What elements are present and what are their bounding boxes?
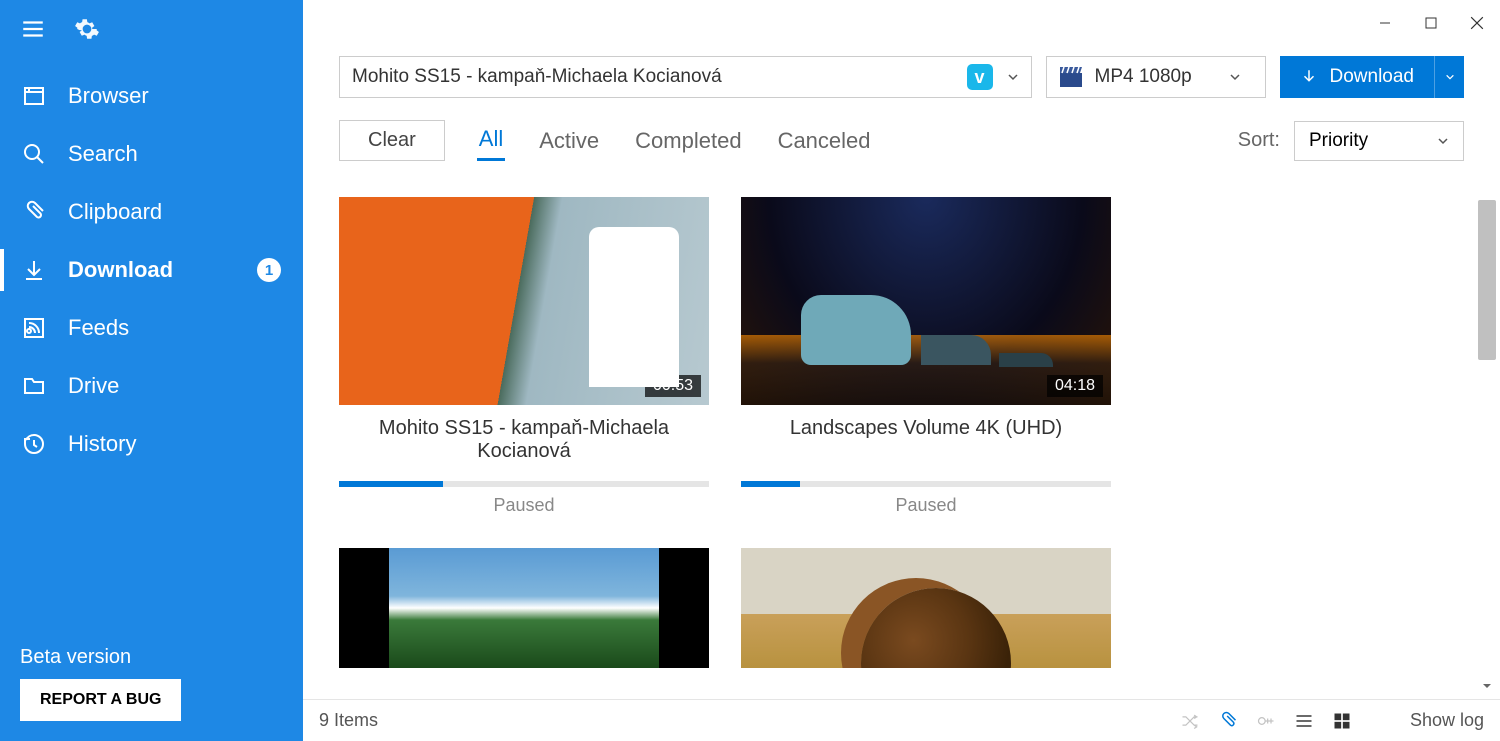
show-log-link[interactable]: Show log: [1410, 710, 1484, 731]
tab-completed[interactable]: Completed: [633, 122, 743, 160]
item-status: Paused: [741, 495, 1111, 516]
close-button[interactable]: [1454, 0, 1500, 46]
sidebar-label: Search: [68, 141, 138, 167]
beta-label: Beta version: [20, 646, 283, 669]
download-label: Download: [1330, 66, 1415, 88]
sidebar-label: Feeds: [68, 315, 129, 341]
scrollbar-thumb[interactable]: [1478, 200, 1496, 360]
download-count-badge: 1: [257, 258, 281, 282]
progress-fill: [339, 481, 443, 487]
chevron-down-icon[interactable]: [1007, 71, 1019, 83]
tab-all[interactable]: All: [477, 120, 505, 161]
gear-icon[interactable]: [74, 16, 100, 47]
sidebar-item-download[interactable]: Download 1: [0, 241, 303, 299]
attachment-icon[interactable]: [1218, 711, 1238, 731]
top-toolbar: Mohito SS15 - kampaň-Michaela Kocianová …: [303, 46, 1500, 112]
vimeo-icon: [967, 64, 993, 90]
item-title: Landscapes Volume 4K (UHD): [741, 417, 1111, 469]
thumbnail: 00:53: [339, 197, 709, 405]
clapperboard-icon: [1059, 66, 1083, 88]
thumbnail: [741, 548, 1111, 668]
sort-value: Priority: [1309, 130, 1368, 152]
sidebar-item-feeds[interactable]: Feeds: [0, 299, 303, 357]
thumbnail: [339, 548, 709, 668]
sidebar-label: Clipboard: [68, 199, 162, 225]
clear-button[interactable]: Clear: [339, 120, 445, 161]
sidebar-label: Drive: [68, 373, 119, 399]
list-view-icon[interactable]: [1294, 711, 1314, 731]
download-card[interactable]: [339, 548, 709, 668]
sort-control: Sort: Priority: [1238, 121, 1464, 161]
item-status: Paused: [339, 495, 709, 516]
download-card[interactable]: 00:53 Mohito SS15 - kampaň-Michaela Koci…: [339, 197, 709, 516]
thumbnail: 04:18: [741, 197, 1111, 405]
chevron-down-icon: [1437, 135, 1449, 147]
status-bar: 9 Items Show log: [303, 699, 1500, 741]
app-root: Browser Search Clipboard Download 1 Feed…: [0, 0, 1500, 741]
download-card[interactable]: [741, 548, 1111, 668]
format-select[interactable]: MP4 1080p: [1046, 56, 1266, 98]
main-panel: Mohito SS15 - kampaň-Michaela Kocianová …: [303, 0, 1500, 741]
sidebar-item-history[interactable]: History: [0, 415, 303, 473]
sidebar-label: Browser: [68, 83, 149, 109]
scroll-down-button[interactable]: [1478, 677, 1496, 695]
duration-badge: 00:53: [645, 375, 701, 397]
url-text: Mohito SS15 - kampaň-Michaela Kocianová: [352, 66, 722, 88]
hamburger-icon[interactable]: [20, 16, 46, 47]
chevron-down-icon: [1229, 71, 1241, 83]
nav-list: Browser Search Clipboard Download 1 Feed…: [0, 67, 303, 646]
shuffle-icon[interactable]: [1180, 711, 1200, 731]
key-icon[interactable]: [1256, 711, 1276, 731]
url-input[interactable]: Mohito SS15 - kampaň-Michaela Kocianová: [339, 56, 1032, 98]
sidebar-item-drive[interactable]: Drive: [0, 357, 303, 415]
download-icon: [1300, 68, 1318, 86]
window-controls: [303, 0, 1500, 46]
sidebar-label: History: [68, 431, 136, 457]
download-card[interactable]: 04:18 Landscapes Volume 4K (UHD) Paused: [741, 197, 1111, 516]
sort-label: Sort:: [1238, 129, 1280, 152]
sidebar-header: [0, 0, 303, 67]
report-bug-button[interactable]: REPORT A BUG: [20, 679, 181, 721]
download-button[interactable]: Download: [1280, 56, 1465, 98]
tab-active[interactable]: Active: [537, 122, 601, 160]
download-list: 00:53 Mohito SS15 - kampaň-Michaela Koci…: [303, 179, 1500, 699]
sidebar-item-search[interactable]: Search: [0, 125, 303, 183]
sidebar-item-browser[interactable]: Browser: [0, 67, 303, 125]
grid-view-icon[interactable]: [1332, 711, 1352, 731]
item-title: Mohito SS15 - kampaň-Michaela Kocianová: [339, 417, 709, 469]
filter-bar: Clear All Active Completed Canceled Sort…: [303, 112, 1500, 179]
format-text: MP4 1080p: [1095, 66, 1192, 88]
duration-badge: 04:18: [1047, 375, 1103, 397]
sidebar: Browser Search Clipboard Download 1 Feed…: [0, 0, 303, 741]
sidebar-label: Download: [68, 257, 173, 283]
sidebar-item-clipboard[interactable]: Clipboard: [0, 183, 303, 241]
progress-bar: [741, 481, 1111, 487]
sidebar-footer: Beta version REPORT A BUG: [0, 646, 303, 741]
progress-bar: [339, 481, 709, 487]
download-split-button[interactable]: [1434, 56, 1464, 98]
progress-fill: [741, 481, 800, 487]
tab-canceled[interactable]: Canceled: [776, 122, 873, 160]
item-count: 9 Items: [319, 710, 378, 731]
sort-select[interactable]: Priority: [1294, 121, 1464, 161]
maximize-button[interactable]: [1408, 0, 1454, 46]
minimize-button[interactable]: [1362, 0, 1408, 46]
